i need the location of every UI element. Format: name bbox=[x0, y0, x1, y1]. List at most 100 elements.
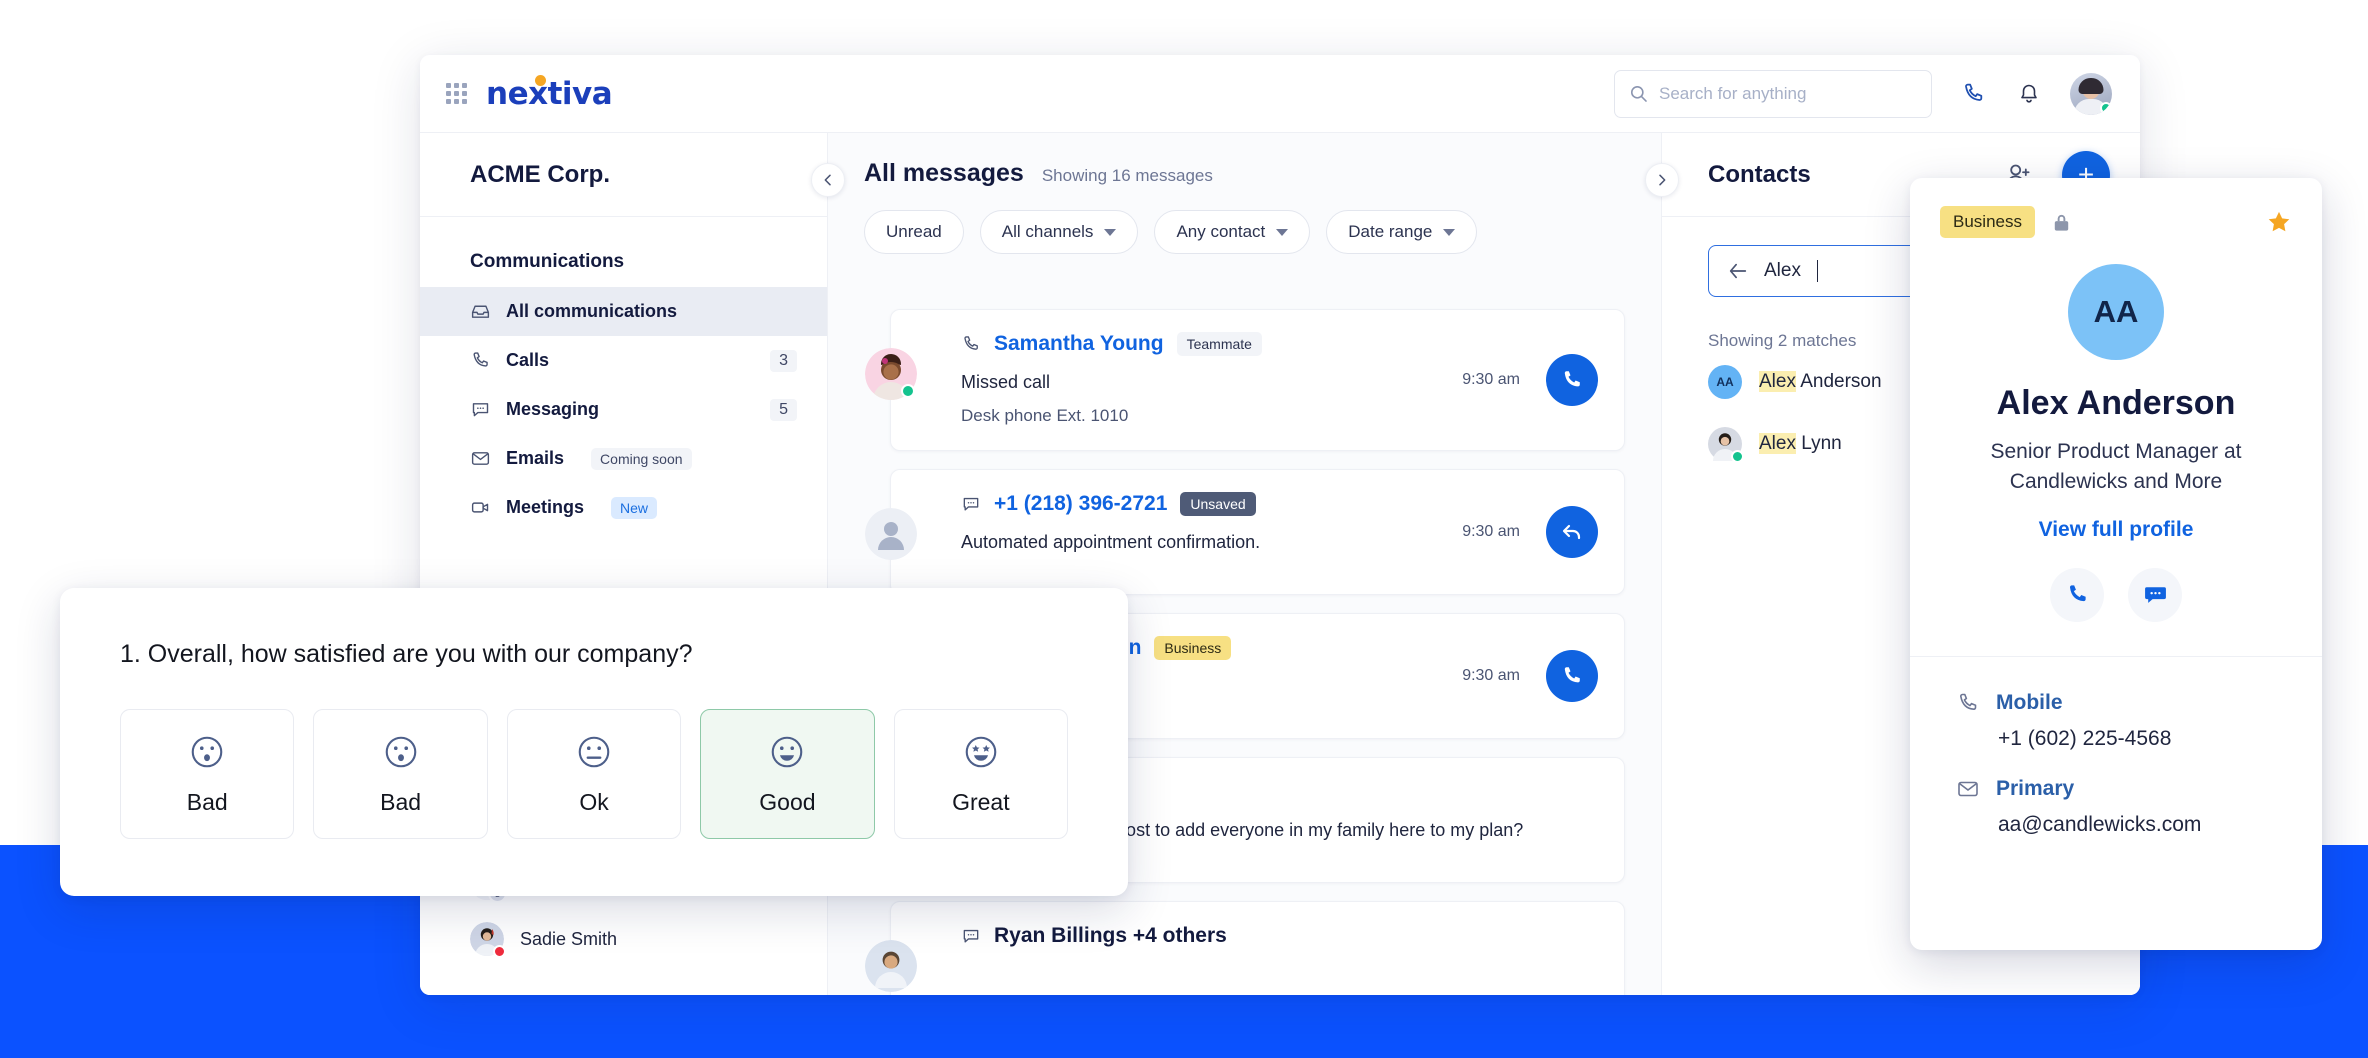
star-filled-icon bbox=[2266, 209, 2292, 235]
message-button[interactable] bbox=[2128, 568, 2182, 622]
sidebar-item-all-communications[interactable]: All communications bbox=[420, 287, 827, 336]
survey-option-bad-1[interactable]: Bad bbox=[120, 709, 294, 839]
status-badge: Business bbox=[1940, 206, 2035, 238]
app-topbar: nextiva bbox=[420, 55, 2140, 133]
text-cursor bbox=[1817, 260, 1819, 282]
status-badge: Business bbox=[1154, 636, 1231, 660]
avatar: AA bbox=[1708, 365, 1742, 399]
filter-label: Unread bbox=[886, 222, 942, 242]
survey-option-ok[interactable]: Ok bbox=[507, 709, 681, 839]
search-input[interactable] bbox=[1659, 84, 1899, 104]
org-header: ACME Corp. bbox=[420, 133, 827, 217]
contact-name: Alex Lynn bbox=[1759, 433, 1842, 455]
avatar bbox=[1708, 427, 1742, 461]
phone-topbar-button[interactable] bbox=[1958, 79, 1988, 109]
sidebar-item-messaging[interactable]: Messaging 5 bbox=[420, 385, 827, 434]
contact-detail-actions bbox=[1910, 568, 2322, 656]
survey-option-label: Ok bbox=[579, 789, 608, 816]
view-full-profile-link[interactable]: View full profile bbox=[1910, 518, 2322, 542]
table-row[interactable]: Ryan Billings +4 others bbox=[890, 901, 1625, 995]
app-grid-icon[interactable] bbox=[446, 83, 468, 105]
phone-icon bbox=[1560, 368, 1584, 392]
sidebar-item-calls[interactable]: Calls 3 bbox=[420, 336, 827, 385]
sidebar-count-badge: 5 bbox=[770, 399, 797, 421]
table-row[interactable]: Samantha Young Teammate Missed call Desk… bbox=[890, 309, 1625, 451]
chevron-down-icon bbox=[1276, 229, 1288, 236]
sidebar-label: Emails bbox=[506, 448, 564, 469]
table-row[interactable]: +1 (218) 396-2721 Unsaved Automated appo… bbox=[890, 469, 1625, 595]
field-label: Primary bbox=[1996, 777, 2074, 801]
survey-option-bad-2[interactable]: Bad bbox=[313, 709, 487, 839]
survey-question: 1. Overall, how satisfied are you with o… bbox=[120, 640, 1068, 669]
lock-icon bbox=[2050, 211, 2073, 234]
contacts-title: Contacts bbox=[1708, 161, 1811, 189]
global-search[interactable] bbox=[1614, 70, 1932, 118]
star-icon[interactable] bbox=[2266, 209, 2292, 235]
mail-icon bbox=[470, 448, 491, 469]
filter-label: All channels bbox=[1002, 222, 1094, 242]
topbar-actions bbox=[1614, 70, 2140, 118]
sidebar-label: Messaging bbox=[506, 399, 599, 420]
logo-text: nextiva bbox=[486, 76, 612, 112]
star-eyes-face-icon bbox=[962, 733, 1000, 771]
sidebar-item-emails[interactable]: Emails Coming soon bbox=[420, 434, 827, 483]
chat-icon bbox=[961, 494, 981, 514]
sidebar-item-meetings[interactable]: Meetings New bbox=[420, 483, 827, 532]
smile-face-icon bbox=[768, 733, 806, 771]
message-sender[interactable]: Samantha Young bbox=[994, 332, 1164, 356]
message-sender[interactable]: Ryan Billings +4 others bbox=[994, 924, 1227, 948]
contact-name-rest: Anderson bbox=[1796, 371, 1882, 392]
online-status-dot bbox=[2100, 102, 2112, 114]
phone-icon bbox=[2065, 582, 2090, 607]
expand-contacts-button[interactable] bbox=[1645, 163, 1679, 197]
filter-date-range[interactable]: Date range bbox=[1326, 210, 1477, 254]
phone-icon bbox=[1961, 81, 1986, 106]
filter-label: Any contact bbox=[1176, 222, 1265, 242]
call-button[interactable] bbox=[2050, 568, 2104, 622]
user-avatar[interactable] bbox=[2070, 73, 2112, 115]
contact-field-mobile: Mobile +1 (602) 225-4568 bbox=[1910, 657, 2322, 751]
chevron-right-icon bbox=[1654, 172, 1670, 188]
field-value[interactable]: +1 (602) 225-4568 bbox=[1998, 727, 2322, 751]
chat-icon bbox=[961, 926, 981, 946]
message-sender[interactable]: +1 (218) 396-2721 bbox=[994, 492, 1167, 516]
chevron-down-icon bbox=[1443, 229, 1455, 236]
messages-header: All messages Showing 16 messages Unread … bbox=[828, 133, 1661, 254]
survey-option-label: Bad bbox=[380, 789, 421, 816]
avatar bbox=[865, 940, 917, 992]
filter-all-channels[interactable]: All channels bbox=[980, 210, 1139, 254]
phone-icon bbox=[470, 350, 491, 371]
filter-any-contact[interactable]: Any contact bbox=[1154, 210, 1310, 254]
filter-label: Date range bbox=[1348, 222, 1432, 242]
collapse-sidebar-button[interactable] bbox=[811, 163, 845, 197]
reply-button[interactable] bbox=[1546, 506, 1598, 558]
list-item[interactable]: Sadie Smith bbox=[420, 911, 827, 967]
avatar bbox=[865, 348, 917, 400]
call-button[interactable] bbox=[1546, 354, 1598, 406]
contact-detail-name: Alex Anderson bbox=[1910, 384, 2322, 423]
message-time: 9:30 am bbox=[1462, 371, 1520, 389]
survey-card: 1. Overall, how satisfied are you with o… bbox=[60, 588, 1128, 896]
sidebar-label: Calls bbox=[506, 350, 549, 371]
messages-count-label: Showing 16 messages bbox=[1042, 166, 1213, 186]
search-icon bbox=[1629, 84, 1648, 103]
call-button[interactable] bbox=[1546, 650, 1598, 702]
filter-unread[interactable]: Unread bbox=[864, 210, 964, 254]
survey-option-good[interactable]: Good bbox=[700, 709, 874, 839]
avatar-placeholder-icon bbox=[865, 508, 917, 560]
nextiva-logo[interactable]: nextiva bbox=[486, 76, 612, 112]
field-label: Mobile bbox=[1996, 691, 2063, 715]
survey-options: Bad Bad Ok bbox=[120, 709, 1068, 839]
notifications-button[interactable] bbox=[2014, 79, 2044, 109]
back-arrow-icon[interactable] bbox=[1727, 260, 1749, 282]
contact-name-rest: Lynn bbox=[1796, 433, 1842, 454]
nav-section-title: Communications bbox=[420, 217, 827, 287]
status-badge: Unsaved bbox=[1180, 492, 1255, 516]
field-value[interactable]: aa@candlewicks.com bbox=[1998, 813, 2322, 837]
avatar bbox=[470, 922, 504, 956]
page-title: All messages bbox=[864, 159, 1024, 188]
chevron-left-icon bbox=[820, 172, 836, 188]
survey-option-great[interactable]: Great bbox=[894, 709, 1068, 839]
avatar-initials: AA bbox=[1708, 365, 1742, 399]
filter-bar: Unread All channels Any contact Date ran… bbox=[864, 210, 1661, 254]
